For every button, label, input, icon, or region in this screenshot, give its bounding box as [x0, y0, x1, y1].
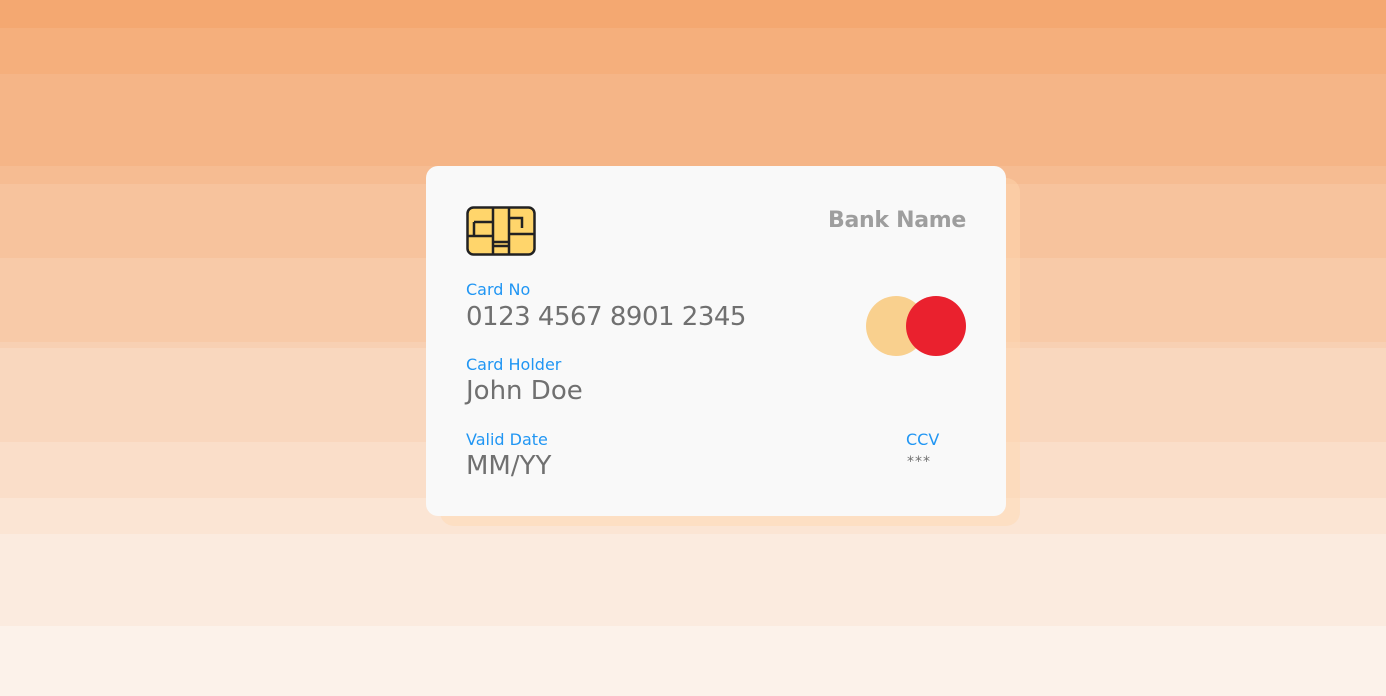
- background-stripe: [0, 0, 1386, 28]
- credit-card: Bank Name Card No 0123 4567 8901 2345 Ca…: [426, 166, 1006, 516]
- sim-chip-icon: [466, 206, 536, 256]
- ccv-label: CCV: [906, 430, 940, 449]
- mastercard-logo-icon: [866, 296, 966, 356]
- background-stripe: [0, 534, 1386, 626]
- background-stripe: [0, 626, 1386, 696]
- card-number-label: Card No: [466, 280, 531, 299]
- card-holder-label: Card Holder: [466, 355, 562, 374]
- card-holder-value: John Doe: [466, 376, 583, 406]
- valid-date-label: Valid Date: [466, 430, 548, 449]
- card-number-value: 0123 4567 8901 2345: [466, 302, 746, 332]
- bank-name: Bank Name: [828, 208, 966, 233]
- background-stripe: [0, 28, 1386, 74]
- valid-date-value: MM/YY: [466, 451, 552, 481]
- ccv-value: ***: [907, 454, 931, 470]
- background-stripe: [0, 74, 1386, 166]
